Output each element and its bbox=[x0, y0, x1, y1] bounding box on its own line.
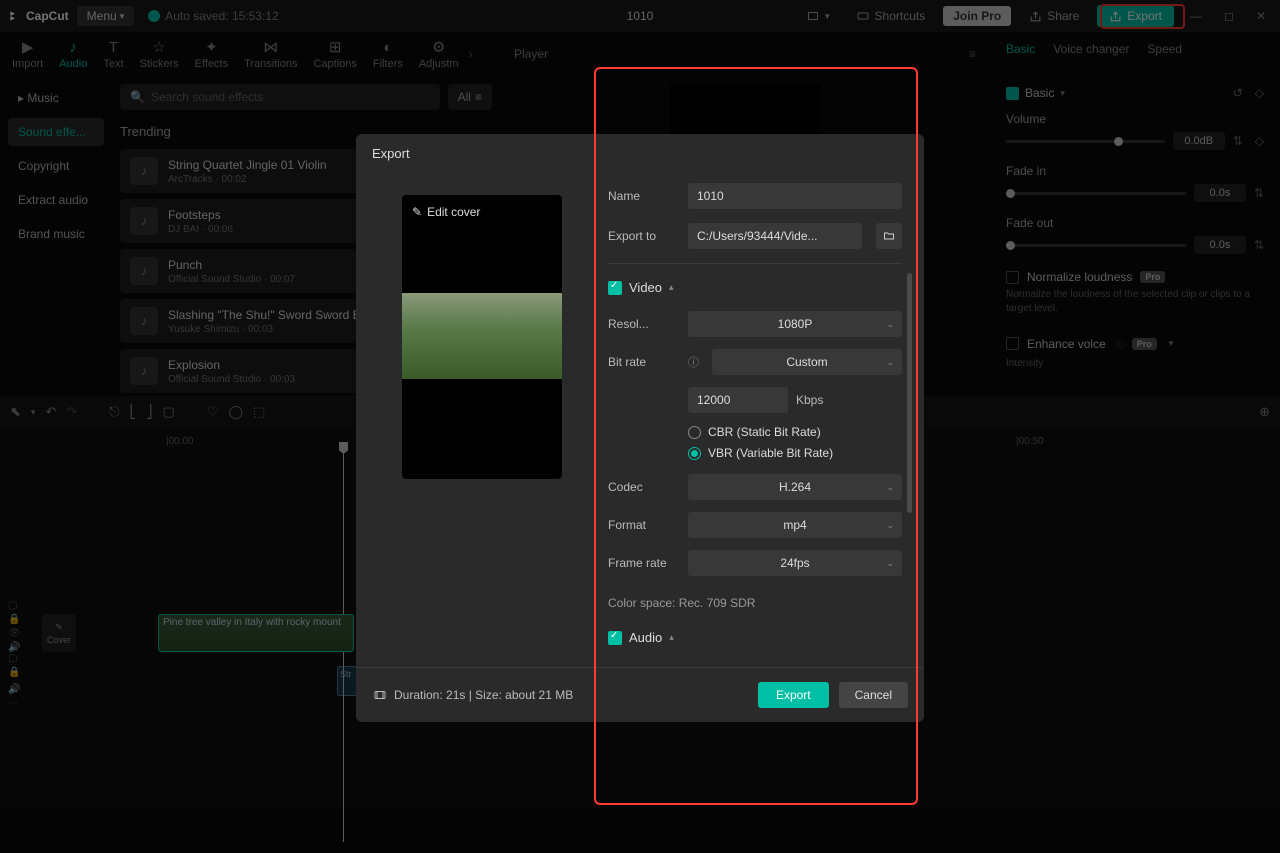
cbr-label: CBR (Static Bit Rate) bbox=[708, 425, 821, 439]
edit-icon: ✎ bbox=[412, 205, 422, 219]
export-confirm-button[interactable]: Export bbox=[758, 682, 829, 708]
audio-checkbox[interactable] bbox=[608, 631, 622, 645]
edit-cover-button[interactable]: ✎Edit cover bbox=[412, 205, 480, 219]
cbr-radio[interactable] bbox=[688, 426, 701, 439]
export-to-label: Export to bbox=[608, 229, 678, 243]
export-to-input[interactable] bbox=[688, 223, 862, 249]
bitrate-select[interactable]: Custom⌄ bbox=[712, 349, 902, 375]
framerate-select[interactable]: 24fps⌄ bbox=[688, 550, 902, 576]
format-label: Format bbox=[608, 518, 678, 532]
codec-select[interactable]: H.264⌄ bbox=[688, 474, 902, 500]
codec-label: Codec bbox=[608, 480, 678, 494]
video-checkbox[interactable] bbox=[608, 281, 622, 295]
format-select[interactable]: mp4⌄ bbox=[688, 512, 902, 538]
audio-section-label: Audio bbox=[629, 630, 662, 645]
cover-thumbnail bbox=[402, 293, 562, 379]
dialog-title: Export bbox=[356, 134, 924, 173]
resolution-select[interactable]: 1080P⌄ bbox=[688, 311, 902, 337]
vbr-radio[interactable] bbox=[688, 447, 701, 460]
name-input[interactable] bbox=[688, 183, 902, 209]
resolution-label: Resol... bbox=[608, 317, 678, 331]
vbr-label: VBR (Variable Bit Rate) bbox=[708, 446, 833, 460]
cover-preview: ✎Edit cover bbox=[402, 195, 562, 479]
kbps-unit: Kbps bbox=[796, 393, 823, 407]
scrollbar[interactable] bbox=[907, 273, 912, 513]
browse-folder-button[interactable] bbox=[876, 223, 902, 249]
collapse-icon[interactable]: ▴ bbox=[669, 282, 674, 293]
cancel-button[interactable]: Cancel bbox=[839, 682, 908, 708]
export-dialog: Export ✎Edit cover Name Export to bbox=[356, 134, 924, 722]
collapse-icon[interactable]: ▴ bbox=[669, 632, 674, 643]
duration-info: Duration: 21s | Size: about 21 MB bbox=[372, 688, 573, 702]
color-space-info: Color space: Rec. 709 SDR bbox=[608, 596, 902, 610]
help-icon[interactable]: ⓘ bbox=[688, 354, 702, 370]
kbps-input[interactable] bbox=[688, 387, 788, 413]
framerate-label: Frame rate bbox=[608, 556, 678, 570]
name-label: Name bbox=[608, 189, 678, 203]
video-section-label: Video bbox=[629, 280, 662, 295]
bitrate-label: Bit rate bbox=[608, 355, 678, 369]
